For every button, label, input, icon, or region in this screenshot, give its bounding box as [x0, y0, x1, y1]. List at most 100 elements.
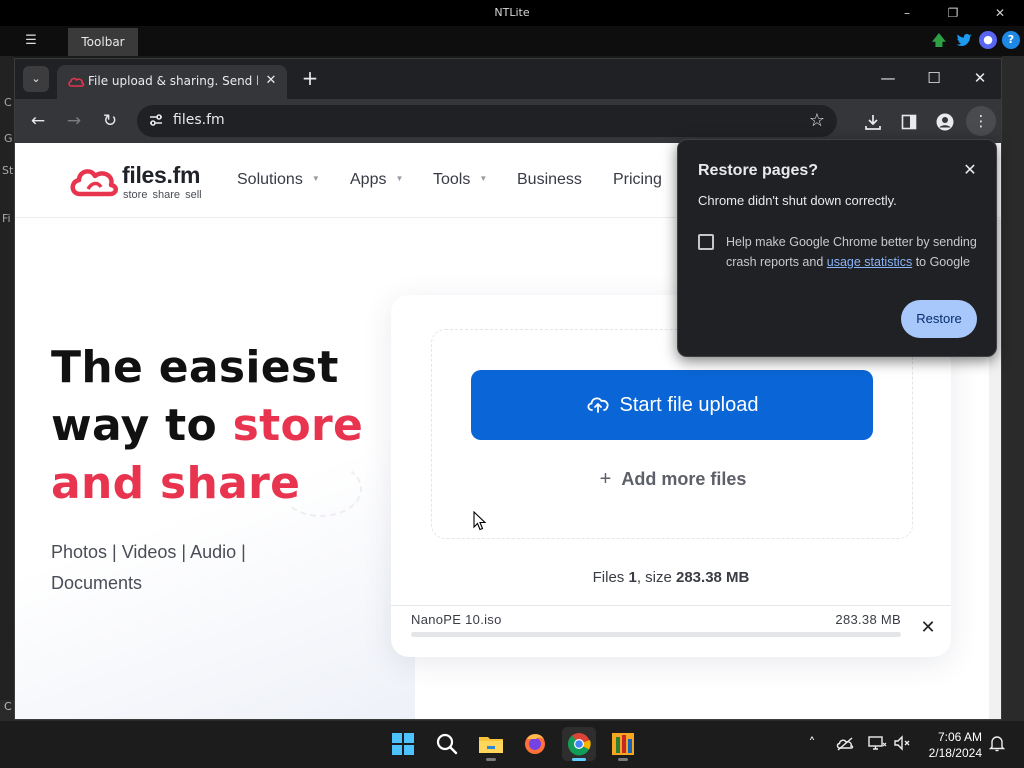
hero-media-types: Photos | Videos | Audio | Documents [51, 537, 311, 599]
hero-line: way to store [51, 397, 391, 455]
file-explorer-icon[interactable] [474, 727, 508, 761]
profile-avatar-icon[interactable] [930, 106, 960, 136]
restore-pages-dialog: Restore pages? ✕ Chrome didn't shut down… [677, 139, 997, 357]
running-indicator [486, 758, 496, 761]
help-icon[interactable]: ? [1002, 31, 1020, 49]
file-progress-bar [411, 632, 901, 637]
plus-icon: + [599, 468, 612, 490]
browser-tab[interactable]: File upload & sharing. Send large files … [57, 65, 287, 99]
ntlite-window-title: NTLite [494, 6, 530, 19]
hero-media-line: Documents [51, 573, 143, 593]
clock-time: 7:06 AM [937, 730, 982, 744]
nav-label: Apps [350, 171, 387, 188]
nav-pricing[interactable]: Pricing [613, 171, 662, 189]
nav-label: Tools [433, 171, 471, 188]
file-row: NanoPE 10.iso 283.38 MB ✕ [391, 605, 951, 655]
nav-label: Pricing [613, 171, 662, 188]
address-bar[interactable]: files.fm ☆ [137, 105, 837, 137]
remove-file-icon[interactable]: ✕ [918, 618, 938, 638]
volume-muted-icon[interactable] [891, 733, 913, 755]
summary-prefix: Files [592, 569, 629, 586]
bookmark-star-icon[interactable]: ☆ [805, 109, 829, 133]
chrome-minimize-button[interactable]: — [868, 65, 908, 91]
ntlite-side-label: G [4, 132, 13, 145]
discord-icon[interactable]: ● [979, 31, 997, 49]
files-fm-logo[interactable]: files.fm store share sell [68, 162, 228, 203]
chrome-menu-icon[interactable]: ⋮ [966, 106, 996, 136]
tab-close-icon[interactable]: ✕ [263, 73, 279, 89]
ntlite-side-panel: C G St Fi [0, 56, 14, 720]
nav-apps[interactable]: Apps ▼ [350, 171, 403, 189]
mouse-cursor-icon [473, 511, 487, 531]
ntlite-status-label: C [0, 700, 14, 720]
start-upload-button[interactable]: Start file upload [471, 370, 873, 440]
ntlite-icon[interactable] [606, 727, 640, 761]
chevron-up-icon[interactable]: ˄ [801, 733, 823, 755]
search-icon[interactable] [430, 727, 464, 761]
update-arrow-icon[interactable]: 🡅 [930, 31, 948, 49]
active-indicator [572, 758, 586, 761]
files-summary: Files 1, size 283.38 MB [391, 569, 951, 586]
tab-strip: ⌄ File upload & sharing. Send large file… [15, 59, 1001, 99]
add-more-label: Add more files [621, 469, 747, 489]
back-icon[interactable]: ← [23, 106, 53, 136]
summary-mid: , size [636, 569, 676, 586]
hero-accent-line: and share [51, 458, 301, 509]
logo-tagline: store share sell [123, 189, 202, 201]
ntlite-right-panel [1002, 56, 1024, 720]
reload-icon[interactable]: ↻ [95, 106, 125, 136]
forward-icon[interactable]: → [59, 106, 89, 136]
restore-dialog-title: Restore pages? [698, 162, 819, 179]
caret-down-icon: ▼ [479, 174, 488, 183]
total-size: 283.38 MB [676, 569, 750, 586]
ntlite-toolbar-tab[interactable]: Toolbar [68, 28, 138, 56]
firefox-icon[interactable] [518, 727, 552, 761]
windows-start-icon[interactable] [386, 727, 420, 761]
nav-business[interactable]: Business [517, 171, 582, 189]
chrome-maximize-button[interactable]: ☐ [914, 65, 954, 91]
nav-tools[interactable]: Tools ▼ [433, 171, 487, 189]
running-indicator [618, 758, 628, 761]
browser-toolbar: ← → ↻ files.fm ☆ ⋮ [15, 99, 1001, 143]
hero-media-line: Photos | Videos | Audio | [51, 542, 246, 562]
nav-label: Solutions [237, 171, 303, 188]
restore-button[interactable]: Restore [901, 300, 977, 338]
ntlite-close-button[interactable]: ✕ [987, 4, 1013, 22]
crash-report-checkbox[interactable] [698, 234, 714, 250]
ntlite-menubar: ☰ Toolbar 🡅 ● ? [0, 26, 1024, 56]
start-upload-label: Start file upload [619, 394, 759, 416]
network-icon[interactable] [866, 733, 888, 755]
restore-dialog-message: Chrome didn't shut down correctly. [698, 193, 897, 208]
notification-bell-icon[interactable] [986, 733, 1008, 755]
tab-search-button[interactable]: ⌄ [23, 66, 49, 92]
nav-label: Business [517, 171, 582, 188]
system-clock[interactable]: 7:06 AM 2/18/2024 [916, 729, 982, 761]
cloud-upload-icon [586, 397, 609, 413]
nav-solutions[interactable]: Solutions ▼ [237, 171, 320, 189]
side-panel-icon[interactable] [894, 106, 924, 136]
close-icon[interactable]: ✕ [960, 160, 980, 180]
file-dropzone[interactable]: Start file upload + Add more files [431, 329, 913, 539]
crash-report-text-end: to Google [912, 255, 970, 269]
site-info-icon[interactable] [147, 112, 165, 130]
ntlite-side-label: St [2, 164, 14, 177]
onedrive-icon[interactable] [834, 733, 856, 755]
hero-title: The easiest way to store and share [51, 339, 391, 513]
taskbar: ˄ 7:06 AM 2/18/2024 [0, 720, 1024, 768]
files-fm-logo-icon [68, 77, 85, 87]
ntlite-minimize-button[interactable]: – [894, 4, 920, 22]
ntlite-titlebar: NTLite – ❐ ✕ [0, 0, 1024, 26]
usage-statistics-link[interactable]: usage statistics [827, 255, 912, 269]
clock-date: 2/18/2024 [928, 746, 982, 760]
twitter-icon[interactable] [955, 31, 973, 49]
caret-down-icon: ▼ [395, 174, 404, 183]
hero-text: way to [51, 400, 233, 451]
chrome-close-button[interactable]: ✕ [960, 65, 1000, 91]
download-icon[interactable] [858, 106, 888, 136]
add-more-files-button[interactable]: + Add more files [432, 468, 914, 491]
hamburger-menu-icon[interactable]: ☰ [22, 32, 40, 50]
chrome-icon[interactable] [562, 727, 596, 761]
new-tab-button[interactable]: + [298, 67, 322, 91]
ntlite-side-label: Fi [2, 212, 11, 225]
ntlite-restore-button[interactable]: ❐ [940, 4, 966, 22]
